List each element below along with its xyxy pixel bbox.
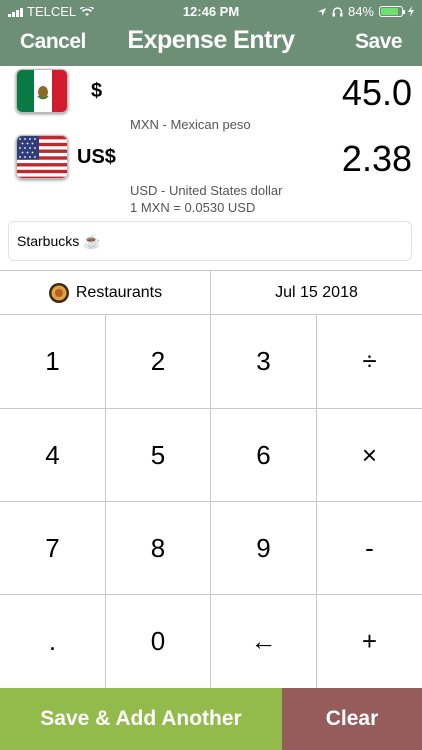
key-8[interactable]: 8 — [106, 502, 211, 595]
key-multiply[interactable]: × — [317, 409, 422, 502]
key-subtract[interactable]: - — [317, 502, 422, 595]
key-2[interactable]: 2 — [106, 315, 211, 409]
location-icon — [317, 7, 326, 16]
battery-icon — [379, 6, 405, 17]
key-0[interactable]: 0 — [106, 595, 211, 688]
key-decimal[interactable]: . — [0, 595, 106, 688]
target-currency-name: USD - United States dollar — [130, 183, 283, 198]
key-divide[interactable]: ÷ — [317, 315, 422, 409]
key-5[interactable]: 5 — [106, 409, 211, 502]
target-amount[interactable]: 2.38 — [342, 138, 412, 180]
headphones-icon — [332, 6, 343, 16]
key-6[interactable]: 6 — [211, 409, 317, 502]
source-amount[interactable]: 45.0 — [342, 72, 412, 114]
save-button[interactable]: Save — [355, 30, 403, 54]
nav-bar: Cancel Expense Entry Save — [0, 24, 422, 64]
category-label: Restaurants — [75, 284, 163, 301]
key-9[interactable]: 9 — [211, 502, 317, 595]
source-currency-symbol: $ — [91, 80, 103, 102]
usa-flag-icon[interactable] — [16, 135, 68, 179]
save-add-another-button[interactable]: Save & Add Another — [0, 688, 282, 750]
key-1[interactable]: 1 — [0, 315, 106, 409]
status-bar: TELCEL 12:46 PM 84% — [0, 0, 422, 22]
keypad: 1 2 3 ÷ 4 5 6 × 7 8 9 - . 0 ← + — [0, 315, 422, 688]
target-currency-symbol: US$ — [77, 146, 116, 168]
header: TELCEL 12:46 PM 84% Cancel Expense Entry… — [0, 0, 422, 66]
note-input[interactable]: Starbucks ☕ — [8, 221, 412, 261]
key-7[interactable]: 7 — [0, 502, 106, 595]
battery-percent: 84% — [347, 4, 374, 19]
source-currency-name: MXN - Mexican peso — [130, 117, 251, 132]
charging-icon — [408, 6, 414, 17]
key-add[interactable]: + — [317, 595, 422, 688]
category-date-row: Restaurants Jul 15 2018 — [0, 270, 422, 315]
clear-button[interactable]: Clear — [282, 688, 422, 750]
category-selector[interactable]: Restaurants — [0, 271, 211, 315]
date-label: Jul 15 2018 — [275, 284, 358, 301]
restaurant-icon — [48, 283, 69, 303]
date-selector[interactable]: Jul 15 2018 — [211, 271, 422, 315]
cancel-button[interactable]: Cancel — [20, 30, 86, 54]
exchange-rate: 1 MXN = 0.0530 USD — [130, 200, 256, 215]
mexico-flag-icon[interactable] — [16, 69, 68, 113]
key-backspace[interactable]: ← — [211, 595, 317, 688]
key-3[interactable]: 3 — [211, 315, 317, 409]
key-4[interactable]: 4 — [0, 409, 106, 502]
